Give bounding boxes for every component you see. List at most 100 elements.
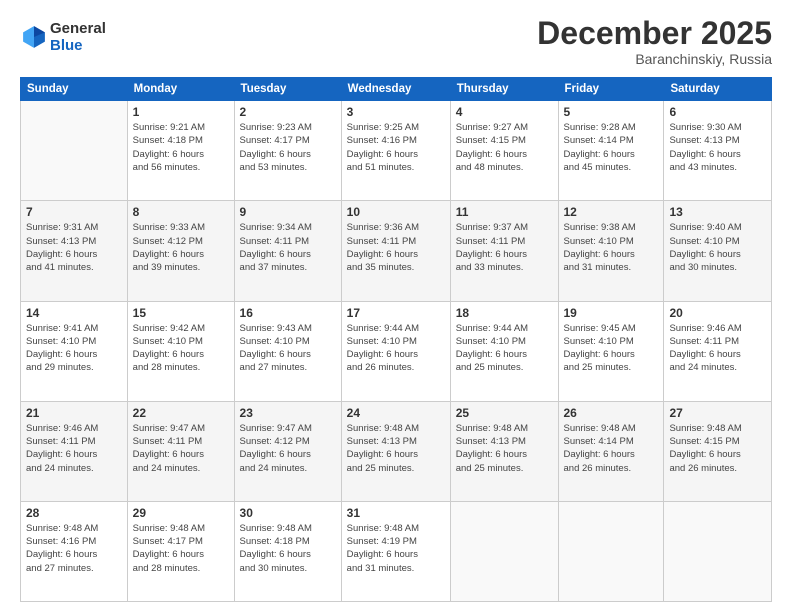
day-number: 23 xyxy=(240,406,336,420)
table-row: 20 Sunrise: 9:46 AM Sunset: 4:11 PM Dayli… xyxy=(664,301,772,401)
table-row xyxy=(450,501,558,601)
day-number: 27 xyxy=(669,406,766,420)
day-info: Sunrise: 9:47 AM Sunset: 4:11 PM Dayligh… xyxy=(133,422,229,475)
day-info: Sunrise: 9:25 AM Sunset: 4:16 PM Dayligh… xyxy=(347,121,445,174)
day-number: 26 xyxy=(564,406,659,420)
header-saturday: Saturday xyxy=(664,78,772,101)
day-number: 17 xyxy=(347,306,445,320)
table-row: 27 Sunrise: 9:48 AM Sunset: 4:15 PM Dayli… xyxy=(664,401,772,501)
calendar-week-row: 14 Sunrise: 9:41 AM Sunset: 4:10 PM Dayli… xyxy=(21,301,772,401)
table-row xyxy=(664,501,772,601)
day-info: Sunrise: 9:47 AM Sunset: 4:12 PM Dayligh… xyxy=(240,422,336,475)
table-row: 9 Sunrise: 9:34 AM Sunset: 4:11 PM Daylig… xyxy=(234,201,341,301)
day-number: 19 xyxy=(564,306,659,320)
logo-text: General Blue xyxy=(50,20,106,54)
table-row: 30 Sunrise: 9:48 AM Sunset: 4:18 PM Dayli… xyxy=(234,501,341,601)
day-info: Sunrise: 9:23 AM Sunset: 4:17 PM Dayligh… xyxy=(240,121,336,174)
table-row: 13 Sunrise: 9:40 AM Sunset: 4:10 PM Dayli… xyxy=(664,201,772,301)
table-row: 18Sunrise: 9:44 AM Sunset: 4:10 PM Dayli… xyxy=(450,301,558,401)
calendar-week-row: 21 Sunrise: 9:46 AM Sunset: 4:11 PM Dayli… xyxy=(21,401,772,501)
day-number: 7 xyxy=(26,205,122,219)
day-info: Sunrise: 9:48 AM Sunset: 4:15 PM Dayligh… xyxy=(669,422,766,475)
day-number: 4 xyxy=(456,105,553,119)
day-info: Sunrise: 9:41 AM Sunset: 4:10 PM Dayligh… xyxy=(26,322,122,375)
day-number: 10 xyxy=(347,205,445,219)
day-info: Sunrise: 9:43 AM Sunset: 4:10 PM Dayligh… xyxy=(240,322,336,375)
day-number: 13 xyxy=(669,205,766,219)
table-row: 1 Sunrise: 9:21 AM Sunset: 4:18 PM Daylig… xyxy=(127,101,234,201)
day-info: Sunrise: 9:45 AM Sunset: 4:10 PM Dayligh… xyxy=(564,322,659,375)
table-row: 23 Sunrise: 9:47 AM Sunset: 4:12 PM Dayli… xyxy=(234,401,341,501)
table-row: 17 Sunrise: 9:44 AM Sunset: 4:10 PM Dayli… xyxy=(341,301,450,401)
day-info: Sunrise: 9:33 AM Sunset: 4:12 PM Dayligh… xyxy=(133,221,229,274)
day-info: Sunrise: 9:42 AM Sunset: 4:10 PM Dayligh… xyxy=(133,322,229,375)
day-number: 9 xyxy=(240,205,336,219)
day-number: 15 xyxy=(133,306,229,320)
table-row: 12 Sunrise: 9:38 AM Sunset: 4:10 PM Dayli… xyxy=(558,201,664,301)
day-info: Sunrise: 9:46 AM Sunset: 4:11 PM Dayligh… xyxy=(26,422,122,475)
day-number: 3 xyxy=(347,105,445,119)
logo-icon xyxy=(20,23,48,51)
table-row: 24Sunrise: 9:48 AM Sunset: 4:13 PM Dayli… xyxy=(341,401,450,501)
day-info: Sunrise: 9:30 AM Sunset: 4:13 PM Dayligh… xyxy=(669,121,766,174)
day-number: 30 xyxy=(240,506,336,520)
table-row: 11Sunrise: 9:37 AM Sunset: 4:11 PM Dayli… xyxy=(450,201,558,301)
header-tuesday: Tuesday xyxy=(234,78,341,101)
table-row: 7 Sunrise: 9:31 AM Sunset: 4:13 PM Daylig… xyxy=(21,201,128,301)
day-number: 21 xyxy=(26,406,122,420)
day-info: Sunrise: 9:28 AM Sunset: 4:14 PM Dayligh… xyxy=(564,121,659,174)
header-monday: Monday xyxy=(127,78,234,101)
calendar-page: General Blue December 2025 Baranchinskiy… xyxy=(0,0,792,612)
calendar-week-row: 7 Sunrise: 9:31 AM Sunset: 4:13 PM Daylig… xyxy=(21,201,772,301)
day-number: 6 xyxy=(669,105,766,119)
table-row: 2 Sunrise: 9:23 AM Sunset: 4:17 PM Daylig… xyxy=(234,101,341,201)
table-row: 14 Sunrise: 9:41 AM Sunset: 4:10 PM Dayli… xyxy=(21,301,128,401)
day-number: 2 xyxy=(240,105,336,119)
month-title: December 2025 xyxy=(537,16,772,51)
table-row xyxy=(558,501,664,601)
header-wednesday: Wednesday xyxy=(341,78,450,101)
calendar-table: Sunday Monday Tuesday Wednesday Thursday… xyxy=(20,77,772,602)
table-row: 29Sunrise: 9:48 AM Sunset: 4:17 PM Dayli… xyxy=(127,501,234,601)
day-number: 1 xyxy=(133,105,229,119)
table-row: 16Sunrise: 9:43 AM Sunset: 4:10 PM Dayli… xyxy=(234,301,341,401)
weekday-header-row: Sunday Monday Tuesday Wednesday Thursday… xyxy=(21,78,772,101)
header-friday: Friday xyxy=(558,78,664,101)
calendar-week-row: 28Sunrise: 9:48 AM Sunset: 4:16 PM Dayli… xyxy=(21,501,772,601)
table-row: 28Sunrise: 9:48 AM Sunset: 4:16 PM Dayli… xyxy=(21,501,128,601)
table-row: 5Sunrise: 9:28 AM Sunset: 4:14 PM Daylig… xyxy=(558,101,664,201)
day-number: 20 xyxy=(669,306,766,320)
day-number: 12 xyxy=(564,205,659,219)
day-info: Sunrise: 9:44 AM Sunset: 4:10 PM Dayligh… xyxy=(347,322,445,375)
table-row: 21 Sunrise: 9:46 AM Sunset: 4:11 PM Dayli… xyxy=(21,401,128,501)
table-row: 3 Sunrise: 9:25 AM Sunset: 4:16 PM Daylig… xyxy=(341,101,450,201)
day-number: 24 xyxy=(347,406,445,420)
table-row: 22 Sunrise: 9:47 AM Sunset: 4:11 PM Dayli… xyxy=(127,401,234,501)
day-info: Sunrise: 9:38 AM Sunset: 4:10 PM Dayligh… xyxy=(564,221,659,274)
table-row xyxy=(21,101,128,201)
day-number: 29 xyxy=(133,506,229,520)
day-info: Sunrise: 9:48 AM Sunset: 4:13 PM Dayligh… xyxy=(456,422,553,475)
day-number: 25 xyxy=(456,406,553,420)
calendar-week-row: 1 Sunrise: 9:21 AM Sunset: 4:18 PM Daylig… xyxy=(21,101,772,201)
day-info: Sunrise: 9:21 AM Sunset: 4:18 PM Dayligh… xyxy=(133,121,229,174)
day-info: Sunrise: 9:46 AM Sunset: 4:11 PM Dayligh… xyxy=(669,322,766,375)
day-number: 8 xyxy=(133,205,229,219)
logo: General Blue xyxy=(20,20,106,54)
table-row: 10 Sunrise: 9:36 AM Sunset: 4:11 PM Dayli… xyxy=(341,201,450,301)
day-info: Sunrise: 9:40 AM Sunset: 4:10 PM Dayligh… xyxy=(669,221,766,274)
table-row: 25 Sunrise: 9:48 AM Sunset: 4:13 PM Dayli… xyxy=(450,401,558,501)
day-info: Sunrise: 9:31 AM Sunset: 4:13 PM Dayligh… xyxy=(26,221,122,274)
table-row: 4Sunrise: 9:27 AM Sunset: 4:15 PM Daylig… xyxy=(450,101,558,201)
table-row: 8 Sunrise: 9:33 AM Sunset: 4:12 PM Daylig… xyxy=(127,201,234,301)
day-info: Sunrise: 9:48 AM Sunset: 4:16 PM Dayligh… xyxy=(26,522,122,575)
day-number: 18 xyxy=(456,306,553,320)
day-info: Sunrise: 9:34 AM Sunset: 4:11 PM Dayligh… xyxy=(240,221,336,274)
day-number: 22 xyxy=(133,406,229,420)
day-info: Sunrise: 9:48 AM Sunset: 4:18 PM Dayligh… xyxy=(240,522,336,575)
header-sunday: Sunday xyxy=(21,78,128,101)
day-number: 14 xyxy=(26,306,122,320)
day-info: Sunrise: 9:37 AM Sunset: 4:11 PM Dayligh… xyxy=(456,221,553,274)
day-info: Sunrise: 9:36 AM Sunset: 4:11 PM Dayligh… xyxy=(347,221,445,274)
table-row: 6 Sunrise: 9:30 AM Sunset: 4:13 PM Daylig… xyxy=(664,101,772,201)
